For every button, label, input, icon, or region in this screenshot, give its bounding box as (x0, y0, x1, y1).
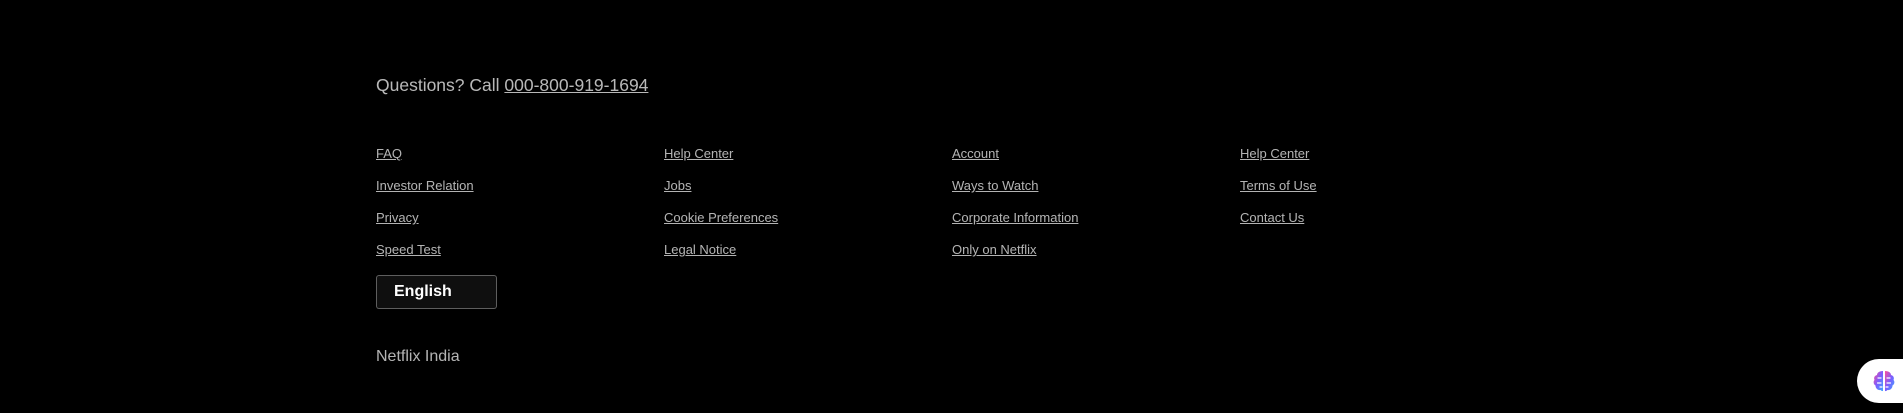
footer-links: FAQ Investor Relation Privacy Speed Test… (376, 146, 1526, 274)
footer-link-privacy[interactable]: Privacy (376, 210, 664, 242)
footer-link-cookie-preferences[interactable]: Cookie Preferences (664, 210, 952, 242)
assistant-widget-button[interactable] (1857, 359, 1903, 403)
language-select-value: English (394, 283, 452, 300)
footer-link-terms-of-use[interactable]: Terms of Use (1240, 178, 1528, 210)
footer-column-2: Help Center Jobs Cookie Preferences Lega… (664, 146, 952, 274)
footer-link-only-on-netflix[interactable]: Only on Netflix (952, 242, 1240, 274)
region-label: Netflix India (376, 348, 460, 365)
footer-link-jobs[interactable]: Jobs (664, 178, 952, 210)
footer-link-contact-us[interactable]: Contact Us (1240, 210, 1528, 242)
language-select[interactable]: English (376, 275, 497, 309)
contact-prefix: Questions? Call (376, 75, 505, 95)
footer-link-legal-notice[interactable]: Legal Notice (664, 242, 952, 274)
footer-link-account[interactable]: Account (952, 146, 1240, 178)
footer-link-ways-to-watch[interactable]: Ways to Watch (952, 178, 1240, 210)
contact-line: Questions? Call 000-800-919-1694 (376, 75, 648, 96)
footer-link-faq[interactable]: FAQ (376, 146, 664, 178)
phone-link[interactable]: 000-800-919-1694 (504, 75, 648, 95)
footer-column-4: Help Center Terms of Use Contact Us (1240, 146, 1528, 274)
site-footer: Questions? Call 000-800-919-1694 FAQ Inv… (376, 0, 1526, 413)
footer-column-3: Account Ways to Watch Corporate Informat… (952, 146, 1240, 274)
footer-link-corporate-information[interactable]: Corporate Information (952, 210, 1240, 242)
footer-column-1: FAQ Investor Relation Privacy Speed Test (376, 146, 664, 274)
footer-link-help-center[interactable]: Help Center (664, 146, 952, 178)
footer-link-help-center-2[interactable]: Help Center (1240, 146, 1528, 178)
footer-link-speed-test[interactable]: Speed Test (376, 242, 664, 274)
footer-link-investor-relations[interactable]: Investor Relation (376, 178, 664, 210)
brain-icon (1873, 371, 1895, 392)
